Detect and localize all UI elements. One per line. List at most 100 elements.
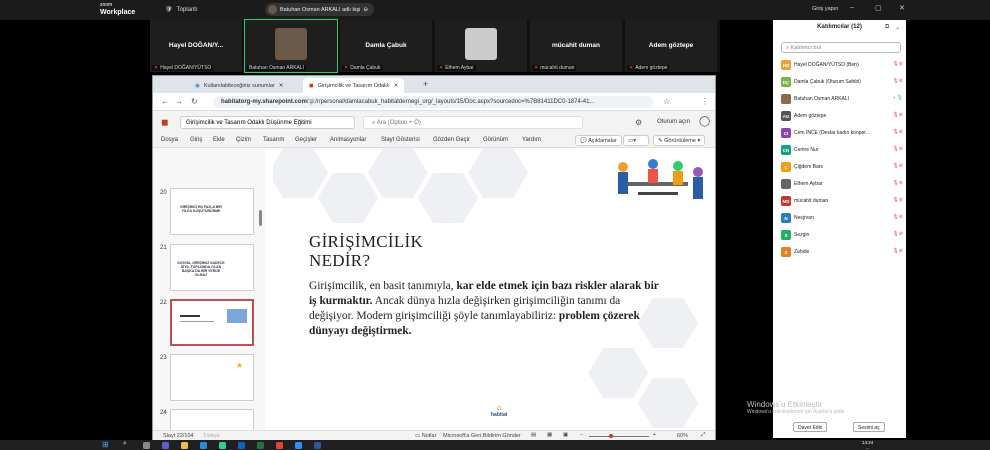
slide-canvas[interactable]: GİRİŞİMCİLİK NEDİR? Girişimcilik, en bas… bbox=[273, 148, 709, 430]
participant-item[interactable]: Batuhan Osman ARKALI ▪ 🎙︎ bbox=[781, 93, 903, 105]
search-icon[interactable]: ⌕ bbox=[123, 440, 127, 448]
sign-in-link[interactable]: Oturum açın bbox=[657, 119, 690, 125]
participant-item[interactable]: CN Cemre Nur 🎙︎⊘ bbox=[781, 144, 903, 156]
slide-thumbnail[interactable]: GİRİŞİMCİ EN FAZLA BİR YILDA KÜŞÜTÜRÜNME bbox=[170, 188, 254, 235]
close-icon[interactable]: ✕ bbox=[899, 4, 905, 12]
powerpoint-icon: ◼ bbox=[161, 117, 169, 127]
word-icon[interactable] bbox=[314, 441, 321, 449]
user-icon[interactable]: ◯ bbox=[699, 116, 710, 127]
participant-item[interactable]: S Sezgin 🎙︎⊘ bbox=[781, 229, 903, 241]
comment-icon: 💬 bbox=[580, 138, 587, 144]
windows-start-icon[interactable]: ⊞ bbox=[102, 440, 109, 449]
popout-icon[interactable]: ⧉ bbox=[885, 24, 889, 31]
avatar: MD bbox=[781, 196, 791, 206]
tab-draw[interactable]: Çizim bbox=[236, 137, 251, 143]
clock[interactable]: 14:24 ... bbox=[862, 440, 873, 450]
video-tile[interactable]: Hayel DOĞAN/Y... ✕ Hayel DOĞAN/YÜTSO bbox=[150, 20, 242, 72]
tab-slideshow[interactable]: Slayt Gösterisi bbox=[381, 137, 420, 143]
avatar: CI bbox=[781, 128, 791, 138]
zoom-slider-handle[interactable] bbox=[609, 434, 613, 438]
minimize-icon[interactable]: – bbox=[850, 4, 854, 11]
file-explorer-icon[interactable] bbox=[181, 441, 188, 449]
browser-tab-active[interactable]: ◼ Girişimcilik ve Tasarım Odaklı ✕ bbox=[303, 78, 405, 93]
login-button[interactable]: Giriş yapın bbox=[812, 6, 838, 12]
tab-insert[interactable]: Ekle bbox=[213, 137, 225, 143]
edge-icon[interactable] bbox=[200, 441, 207, 449]
tab-view[interactable]: Görünüm bbox=[483, 137, 508, 143]
language-indicator[interactable]: Türkçe bbox=[203, 433, 220, 439]
scrollbar[interactable] bbox=[259, 210, 262, 226]
document-title[interactable]: Girişimcilik ve Tasarım Odaklı Düşünme E… bbox=[180, 116, 355, 129]
close-tab-icon[interactable]: ✕ bbox=[394, 83, 399, 89]
zoom-slider[interactable] bbox=[589, 436, 649, 437]
participant-item[interactable]: AG Adem göztepe 🎙︎⊘ bbox=[781, 110, 903, 122]
forward-icon[interactable]: → bbox=[175, 97, 183, 106]
browser-tab[interactable]: ◉ Kullanılabileceğiniz sunumlar ✕ bbox=[189, 78, 289, 93]
zoom-in-icon[interactable]: + bbox=[653, 432, 656, 438]
task-view-icon[interactable] bbox=[143, 441, 150, 449]
close-tab-icon[interactable]: ✕ bbox=[279, 83, 284, 89]
gear-icon[interactable]: ⚙ bbox=[635, 118, 642, 127]
back-icon[interactable]: ← bbox=[161, 97, 169, 106]
mic-muted-icon: ✕ bbox=[344, 65, 349, 71]
slide-thumbnail[interactable] bbox=[170, 409, 254, 430]
tab-animations[interactable]: Animasyonlar bbox=[330, 137, 366, 143]
video-tile[interactable]: ✕ Ethem Aybar bbox=[435, 20, 527, 72]
participant-item[interactable]: N Nesjrvan 🎙︎⊘ bbox=[781, 212, 903, 224]
new-tab-icon[interactable]: + bbox=[423, 79, 428, 89]
normal-view-icon[interactable]: ▤ bbox=[531, 432, 536, 438]
participant-item[interactable]: Z Zahide 🎙︎⊘ bbox=[781, 246, 903, 258]
video-tile[interactable]: Adem göztepe ✕ Adem göztepe bbox=[625, 20, 717, 72]
tab-home[interactable]: Giriş bbox=[190, 137, 202, 143]
chevron-down-icon[interactable]: ⌄ bbox=[895, 24, 900, 31]
tab-transitions[interactable]: Geçişler bbox=[295, 137, 317, 143]
teams-icon[interactable] bbox=[162, 441, 169, 449]
participant-item[interactable]: Ethem Aybar 🎙︎⊘ bbox=[781, 178, 903, 190]
fit-icon[interactable]: ⤢ bbox=[701, 432, 705, 439]
participant-item[interactable]: HD Hayel DOĞAN/YÜTSO (Ben) 🎙︎⊘ bbox=[781, 59, 903, 71]
invite-button[interactable]: Davet Edin bbox=[793, 422, 828, 432]
star-icon[interactable]: ☆ bbox=[663, 97, 670, 106]
participant-search-input[interactable]: ⌕ Katılımcı bul bbox=[781, 42, 901, 53]
zoom-level[interactable]: 60% bbox=[677, 433, 688, 439]
avatar bbox=[781, 94, 791, 104]
sorter-view-icon[interactable]: ▦ bbox=[547, 432, 552, 438]
unmute-button[interactable]: Sesimi aç bbox=[853, 422, 885, 432]
active-speaker-pill[interactable]: Batuhan Osman ARKALI adlı kişi ⊖ bbox=[265, 3, 375, 16]
mail-icon[interactable] bbox=[238, 441, 245, 449]
chrome-icon[interactable] bbox=[276, 441, 283, 449]
zoom-icon[interactable] bbox=[295, 441, 302, 449]
slide-thumbnail[interactable]: ★ bbox=[170, 354, 254, 401]
participant-item[interactable]: Ç Çiğdem Bars 🎙︎⊘ bbox=[781, 161, 903, 173]
slide-thumbnail[interactable]: SOSYAL GİRİŞİMCİ SADECE SİYİL TOPLUMDA O… bbox=[170, 244, 254, 291]
excel-icon[interactable] bbox=[257, 441, 264, 449]
feedback-button[interactable]: Microsoft'a Geri Bildirim Gönder bbox=[443, 433, 521, 439]
avatar: AG bbox=[781, 111, 791, 121]
search-input[interactable]: ⌕ Ara (Option + Ö) bbox=[363, 116, 583, 129]
mic-icon: ▪ 🎙︎ bbox=[893, 95, 903, 101]
video-tile-active[interactable]: Batuhan Osman ARKALI bbox=[244, 19, 338, 73]
video-tile[interactable]: mücahit duman ✕ mücahit duman bbox=[530, 20, 622, 72]
reading-view-icon[interactable]: ▣ bbox=[563, 432, 568, 438]
present-button[interactable]: ▭▾ bbox=[623, 135, 649, 146]
tab-review[interactable]: Gözden Geçir bbox=[433, 137, 470, 143]
video-tile[interactable]: Damla Çabuk ✕ Damla Çabuk bbox=[340, 20, 432, 72]
view-mode-button[interactable]: ✎ Görüntüleme ▾ bbox=[653, 135, 706, 146]
reload-icon[interactable]: ↻ bbox=[191, 97, 198, 106]
participant-item[interactable]: CI Cem İNCE (Destar kadın kooper... 🎙︎⊘ bbox=[781, 127, 903, 139]
more-icon[interactable]: ⋮ bbox=[701, 97, 709, 106]
tab-help[interactable]: Yardım bbox=[522, 137, 541, 143]
comments-button[interactable]: 💬 Açıklamalar bbox=[575, 135, 622, 146]
meeting-title[interactable]: 🛡 Toplantı bbox=[165, 6, 198, 14]
store-icon[interactable] bbox=[219, 441, 226, 449]
tab-file[interactable]: Dosya bbox=[161, 137, 178, 143]
zoom-out-icon[interactable]: − bbox=[580, 432, 583, 438]
participant-item[interactable]: MD mücahit duman 🎙︎⊘ bbox=[781, 195, 903, 207]
maximize-icon[interactable]: ▢ bbox=[875, 4, 882, 12]
url-input[interactable]: habitatorg-my.sharepoint.com/:p:/r/perso… bbox=[213, 96, 653, 108]
notes-button[interactable]: ▭ Notlar bbox=[415, 433, 436, 439]
slide-thumbnail-selected[interactable] bbox=[170, 299, 254, 346]
participant-item[interactable]: DÇ Damla Çabuk (Oturum Sahibi) 🎙︎⊘ bbox=[781, 76, 903, 88]
shield-icon: 🛡 bbox=[165, 7, 173, 13]
tab-design[interactable]: Tasarım bbox=[263, 137, 284, 143]
